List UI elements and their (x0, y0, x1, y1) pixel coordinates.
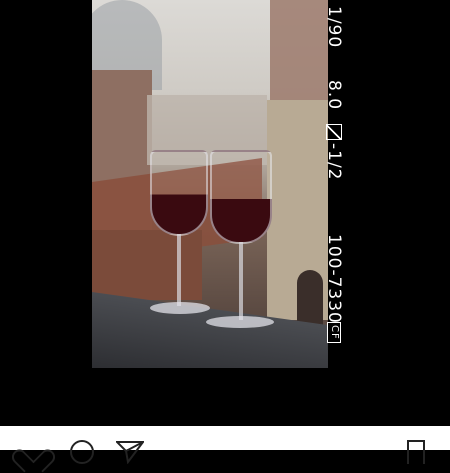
aperture-value: 8.0 (324, 80, 344, 111)
comment-icon[interactable] (70, 440, 100, 464)
wine-glass-left (148, 150, 212, 320)
post-action-bar (0, 426, 450, 464)
shutter-speed: 1/90 (324, 6, 344, 49)
bookmark-icon[interactable] (404, 440, 434, 464)
exposure-compensation-value: -1/2 (324, 143, 344, 181)
share-icon[interactable] (116, 440, 146, 464)
exposure-compensation: -1/2 (324, 124, 344, 181)
memory-card-icon: CF (327, 322, 341, 343)
post-photo[interactable] (92, 0, 328, 368)
memory-card: CF (324, 322, 344, 343)
photo-tower (270, 0, 328, 100)
camera-exposure-readout: 1/90 8.0 -1/2 100-7330 CF (324, 0, 358, 368)
frame-counter: 100-7330 (324, 234, 344, 324)
heart-icon[interactable] (18, 440, 48, 460)
wine-glass-right (206, 150, 276, 334)
exposure-compensation-icon (326, 124, 342, 140)
